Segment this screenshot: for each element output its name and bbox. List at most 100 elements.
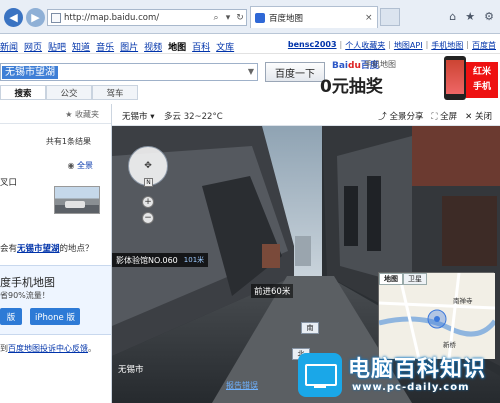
android-download-button[interactable]: 版 xyxy=(0,308,22,325)
report-error-link[interactable]: 报告错误 xyxy=(226,380,258,391)
tab-title: 百度地图 xyxy=(269,13,304,24)
fullscreen-button[interactable]: ⛶ 全屏 xyxy=(431,110,457,122)
result-address: 叉口 xyxy=(0,178,18,188)
suggestion-question: 会有无锡市望湖的地点？ xyxy=(0,244,94,254)
app-subtitle: 省90%流量！ xyxy=(0,291,50,300)
ad-headline: 0元抽奖 xyxy=(320,77,383,97)
browser-chrome: ◀ ▶ http://map.baidu.com/ ⌕ ▾ ↻ 百度地图 × ⌂… xyxy=(0,0,500,34)
suggestion-link[interactable]: 无锡市望湖 xyxy=(17,244,60,254)
mobile-app-promo: 度手机地图 省90%流量！ 版 iPhone 版 xyxy=(0,265,111,335)
north-indicator-icon: N xyxy=(144,178,153,187)
baidu-top-nav: 新闻 网页 贴吧 知道 音乐 图片 视频 地图 百科 文库 bensc2003 | 个人收藏夹 |… xyxy=(0,36,500,54)
favorite-button[interactable]: ★ 收藏夹 xyxy=(65,109,99,120)
search-input[interactable]: 无锡市望湖 ▼ xyxy=(0,63,258,81)
poi-label[interactable]: 影体验馆NO.060 101米 xyxy=(112,253,209,267)
feedback-text: 到百度地图投诉中心反馈。 xyxy=(0,344,96,353)
nav-link[interactable]: 贴吧 xyxy=(48,40,66,53)
nav-link[interactable]: 音乐 xyxy=(96,40,114,53)
separator: | xyxy=(466,40,469,49)
promo-line: 手机 xyxy=(472,82,491,92)
weather-info: 多云 32~22°C xyxy=(164,112,223,122)
mini-map-roads xyxy=(379,273,495,359)
poi-distance: 101米 xyxy=(183,256,205,264)
search-button[interactable]: 百度一下 xyxy=(265,62,325,82)
result-thumbnail[interactable] xyxy=(54,186,100,214)
forward-arrow-icon[interactable]: ▶ xyxy=(26,8,45,27)
app-title: 度手机地图 xyxy=(0,276,55,289)
street-city-label: 无锡市 xyxy=(118,365,144,375)
nav-link[interactable]: 网页 xyxy=(24,40,42,53)
home-icon[interactable]: ⌂ xyxy=(449,10,456,23)
nav-link[interactable]: 新闻 xyxy=(0,40,18,53)
favorites-star-icon[interactable]: ★ xyxy=(465,10,475,23)
separator: | xyxy=(388,40,391,49)
ad-subtitle: 手机地图 xyxy=(364,60,396,69)
separator: | xyxy=(425,40,429,49)
left-result-panel: ★ 收藏夹 共有1条结果 全景 叉口 会有无锡市望湖的地点？ 度手机地图 省90… xyxy=(0,104,112,403)
nav-link[interactable]: 视频 xyxy=(144,40,162,53)
dropdown-icon[interactable]: ▾ xyxy=(222,13,234,23)
panel-header: ★ 收藏夹 xyxy=(0,104,111,124)
feedback-link[interactable]: 百度地图投诉中心反馈 xyxy=(8,344,88,353)
watermark-name: 电脑百科知识 xyxy=(348,357,487,382)
tab-transit[interactable]: 公交 xyxy=(46,85,92,100)
user-links: bensc2003 | 个人收藏夹 | 地图API | 手机地图 | 百度首 xyxy=(288,40,496,51)
mobile-map-link[interactable]: 手机地图 xyxy=(431,40,463,51)
chevron-down-icon[interactable]: ▼ xyxy=(248,67,254,76)
south-arrow-button[interactable]: 南 xyxy=(301,322,319,334)
baidu-favicon-icon xyxy=(255,12,265,23)
favorites-link[interactable]: 个人收藏夹 xyxy=(345,40,385,51)
city-selector[interactable]: 无锡市 ▾ xyxy=(122,110,154,122)
mini-map[interactable]: 地图 卫星 南禅寺 新桥 xyxy=(378,272,495,359)
product-links: 新闻 网页 贴吧 知道 音乐 图片 视频 地图 百科 文库 xyxy=(0,40,234,53)
phone-image xyxy=(444,56,466,100)
panorama-link[interactable]: 全景 xyxy=(67,160,93,171)
username-link[interactable]: bensc2003 xyxy=(288,40,337,51)
address-bar[interactable]: http://map.baidu.com/ ⌕ ▾ ↻ xyxy=(47,9,247,26)
nav-link[interactable]: 图片 xyxy=(120,40,138,53)
search-icon[interactable]: ⌕ xyxy=(210,13,222,23)
site-watermark: 电脑百科知识 www.pc-daily.com xyxy=(298,349,500,403)
mini-map-tabs: 地图 卫星 xyxy=(379,273,495,285)
map-header: 无锡市 ▾ 多云 32~22°C ⤴ 全景分享 ⛶ 全屏 ✕ 关闭 xyxy=(112,104,500,126)
tab-close-icon[interactable]: × xyxy=(365,13,377,23)
tab-map[interactable]: 地图 xyxy=(379,273,403,285)
separator: | xyxy=(339,40,343,49)
refresh-icon[interactable]: ↻ xyxy=(234,13,246,23)
baidu-home-link[interactable]: 百度首 xyxy=(472,40,496,51)
panorama-tools: ⤴ 全景分享 ⛶ 全屏 ✕ 关闭 xyxy=(378,110,492,122)
watermark-url: www.pc-daily.com xyxy=(352,382,470,393)
search-area: 无锡市望湖 ▼ 百度一下 搜索 公交 驾车 Baidu百度 手机地图 0元抽奖 … xyxy=(0,56,500,102)
result-count: 共有1条结果 xyxy=(45,137,91,146)
poi-name: 影体验馆NO.060 xyxy=(116,255,178,265)
browser-toolbar-icons: ⌂ ★ ⚙ xyxy=(449,10,494,23)
share-button[interactable]: ⤴ 全景分享 xyxy=(378,110,423,122)
back-arrow-icon[interactable]: ◀ xyxy=(4,8,23,27)
promo-line: 红米 xyxy=(472,67,491,77)
zoom-in-button[interactable]: + xyxy=(142,196,154,208)
gear-icon[interactable]: ⚙ xyxy=(484,10,494,23)
new-tab-button[interactable] xyxy=(380,8,400,26)
nav-link[interactable]: 百科 xyxy=(192,40,210,53)
tab-search[interactable]: 搜索 xyxy=(0,85,46,100)
iphone-download-button[interactable]: iPhone 版 xyxy=(30,308,80,325)
nav-link[interactable]: 文库 xyxy=(216,40,234,53)
browser-tab[interactable]: 百度地图 × xyxy=(250,6,378,28)
tab-driving[interactable]: 驾车 xyxy=(92,85,138,100)
search-query-text: 无锡市望湖 xyxy=(2,66,58,79)
promo-badge: 红米 手机 xyxy=(466,62,498,98)
tab-satellite[interactable]: 卫星 xyxy=(403,273,427,285)
nav-link[interactable]: 地图 xyxy=(168,40,186,53)
nav-link[interactable]: 知道 xyxy=(72,40,90,53)
search-mode-tabs: 搜索 公交 驾车 xyxy=(0,85,138,100)
map-label: 新桥 xyxy=(443,341,456,349)
advertisement-banner[interactable]: Baidu百度 手机地图 0元抽奖 红米 手机 xyxy=(320,56,498,102)
url-text[interactable]: http://map.baidu.com/ xyxy=(64,13,210,23)
map-label: 南禅寺 xyxy=(453,297,473,305)
zoom-out-button[interactable]: − xyxy=(142,212,154,224)
page-icon xyxy=(51,12,61,23)
forward-hint: 前进60米 xyxy=(251,284,294,298)
monitor-logo-icon xyxy=(298,353,342,397)
map-api-link[interactable]: 地图API xyxy=(394,40,423,51)
close-button[interactable]: ✕ 关闭 xyxy=(465,110,492,122)
